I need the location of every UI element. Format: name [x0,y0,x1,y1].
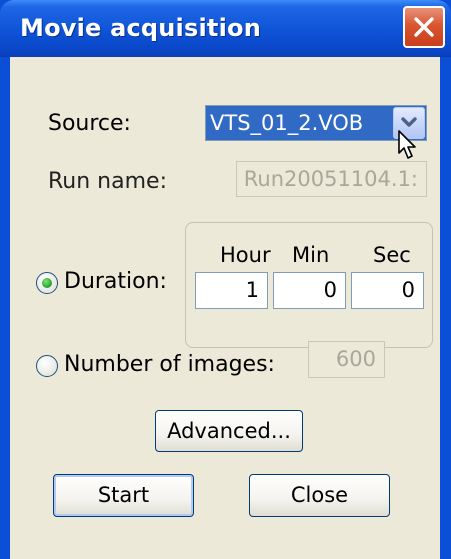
radio-selected-dot [42,278,52,288]
source-combobox[interactable]: VTS_01_2.VOB [205,105,427,141]
duration-label[interactable]: Duration: [64,269,167,294]
close-window-button[interactable] [403,6,445,48]
min-header: Min [292,243,330,267]
sec-header: Sec [373,243,411,267]
mouse-pointer-icon [398,130,416,159]
title-bar[interactable]: Movie acquisition [0,0,451,57]
duration-radio[interactable] [36,272,58,294]
close-x-icon [414,17,434,37]
source-label: Source: [48,111,131,136]
number-of-images-radio[interactable] [36,355,58,377]
number-of-images-label[interactable]: Number of images: [64,352,275,377]
run-name-field: Run20051104.1: [236,161,427,197]
min-field[interactable]: 0 [273,272,346,309]
movie-acquisition-dialog: Movie acquisition Source: VTS_01_2.VOB R… [0,0,451,559]
window-title: Movie acquisition [20,14,261,42]
dialog-body: Source: VTS_01_2.VOB Run name: Run200511… [10,57,440,559]
close-button[interactable]: Close [249,474,390,517]
hour-field[interactable]: 1 [195,272,268,309]
start-button[interactable]: Start [53,474,194,517]
number-of-images-field: 600 [308,341,385,378]
sec-field[interactable]: 0 [351,272,424,309]
hour-header: Hour [220,243,271,267]
run-name-label: Run name: [48,169,167,194]
advanced-button[interactable]: Advanced... [155,410,303,452]
source-value: VTS_01_2.VOB [210,111,364,135]
